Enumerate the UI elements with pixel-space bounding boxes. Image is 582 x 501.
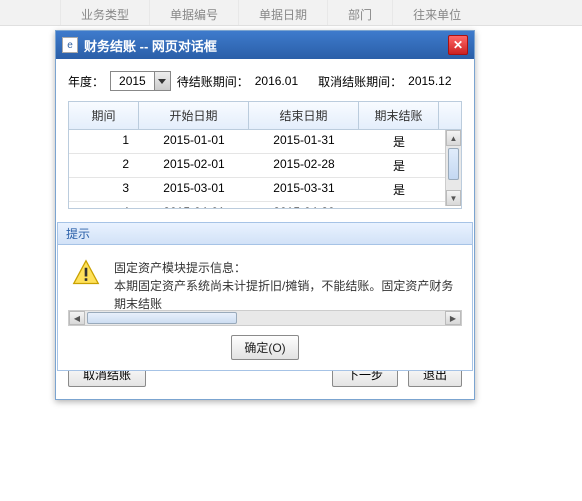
period-table: 期间 开始日期 结束日期 期末结账 1 2015-01-01 2015-01-3… <box>68 101 462 209</box>
table-row[interactable]: 4 2015-04-01 2015-04-30 是 <box>69 202 461 208</box>
year-row: 年度： 2015 待结账期间： 2016.01 取消结账期间： 2015.12 <box>68 71 462 91</box>
alert-body: 固定资产模块提示信息： 本期固定资产系统尚未计提折旧/摊销，不能结账。固定资产财… <box>57 244 473 371</box>
vertical-scrollbar[interactable]: ▲ ▼ <box>445 130 461 206</box>
bg-col: 部门 <box>327 0 392 25</box>
background-column-header: 业务类型 单据编号 单据日期 部门 往来单位 <box>0 0 582 26</box>
table-row[interactable]: 3 2015-03-01 2015-03-31 是 <box>69 178 461 202</box>
horizontal-scrollbar[interactable]: ◀ ▶ <box>68 310 462 326</box>
alert-dialog: 提示 固定资产模块提示信息： 本期固定资产系统尚未计提折旧/摊销，不能结账。固定… <box>56 222 474 371</box>
chevron-down-icon[interactable] <box>154 72 170 90</box>
scroll-right-icon[interactable]: ▶ <box>445 311 461 325</box>
bg-col: 单据日期 <box>238 0 327 25</box>
col-start[interactable]: 开始日期 <box>139 102 249 129</box>
cancel-period-label: 取消结账期间： <box>318 73 402 90</box>
table-header: 期间 开始日期 结束日期 期末结账 <box>69 102 461 130</box>
dialog-title: 财务结账 -- 网页对话框 <box>84 36 448 55</box>
table-body: 1 2015-01-01 2015-01-31 是 2 2015-02-01 2… <box>69 130 461 208</box>
bg-col: 单据编号 <box>149 0 238 25</box>
dialog-titlebar[interactable]: e 财务结账 -- 网页对话框 ✕ <box>56 31 474 59</box>
table-row[interactable]: 2 2015-02-01 2015-02-28 是 <box>69 154 461 178</box>
alert-title: 提示 <box>57 222 473 244</box>
pending-period-value: 2016.01 <box>255 74 298 88</box>
dialog-body: 年度： 2015 待结账期间： 2016.01 取消结账期间： 2015.12 … <box>56 59 474 399</box>
finance-close-dialog: e 财务结账 -- 网页对话框 ✕ 年度： 2015 待结账期间： 2016.0… <box>55 30 475 400</box>
scroll-down-icon[interactable]: ▼ <box>446 190 461 206</box>
warning-icon <box>72 259 100 287</box>
year-select[interactable]: 2015 <box>110 71 171 91</box>
ok-button[interactable]: 确定(O) <box>231 335 298 360</box>
col-period[interactable]: 期间 <box>69 102 139 129</box>
scroll-thumb[interactable] <box>87 312 237 324</box>
table-row[interactable]: 1 2015-01-01 2015-01-31 是 <box>69 130 461 154</box>
alert-text: 固定资产模块提示信息： 本期固定资产系统尚未计提折旧/摊销，不能结账。固定资产财… <box>114 259 458 313</box>
alert-line2: 本期固定资产系统尚未计提折旧/摊销，不能结账。固定资产财务期末结账 <box>114 277 458 313</box>
year-label: 年度： <box>68 73 104 90</box>
scroll-left-icon[interactable]: ◀ <box>69 311 85 325</box>
close-icon[interactable]: ✕ <box>448 35 468 55</box>
bg-col: 往来单位 <box>392 0 481 25</box>
pending-period-label: 待结账期间： <box>177 73 249 90</box>
cancel-period-value: 2015.12 <box>408 74 451 88</box>
col-closed[interactable]: 期末结账 <box>359 102 439 129</box>
scroll-up-icon[interactable]: ▲ <box>446 130 461 146</box>
year-value: 2015 <box>111 74 154 88</box>
bg-col: 业务类型 <box>60 0 149 25</box>
col-end[interactable]: 结束日期 <box>249 102 359 129</box>
alert-line1: 固定资产模块提示信息： <box>114 259 458 277</box>
ie-page-icon: e <box>62 37 78 53</box>
scroll-thumb[interactable] <box>448 148 459 180</box>
